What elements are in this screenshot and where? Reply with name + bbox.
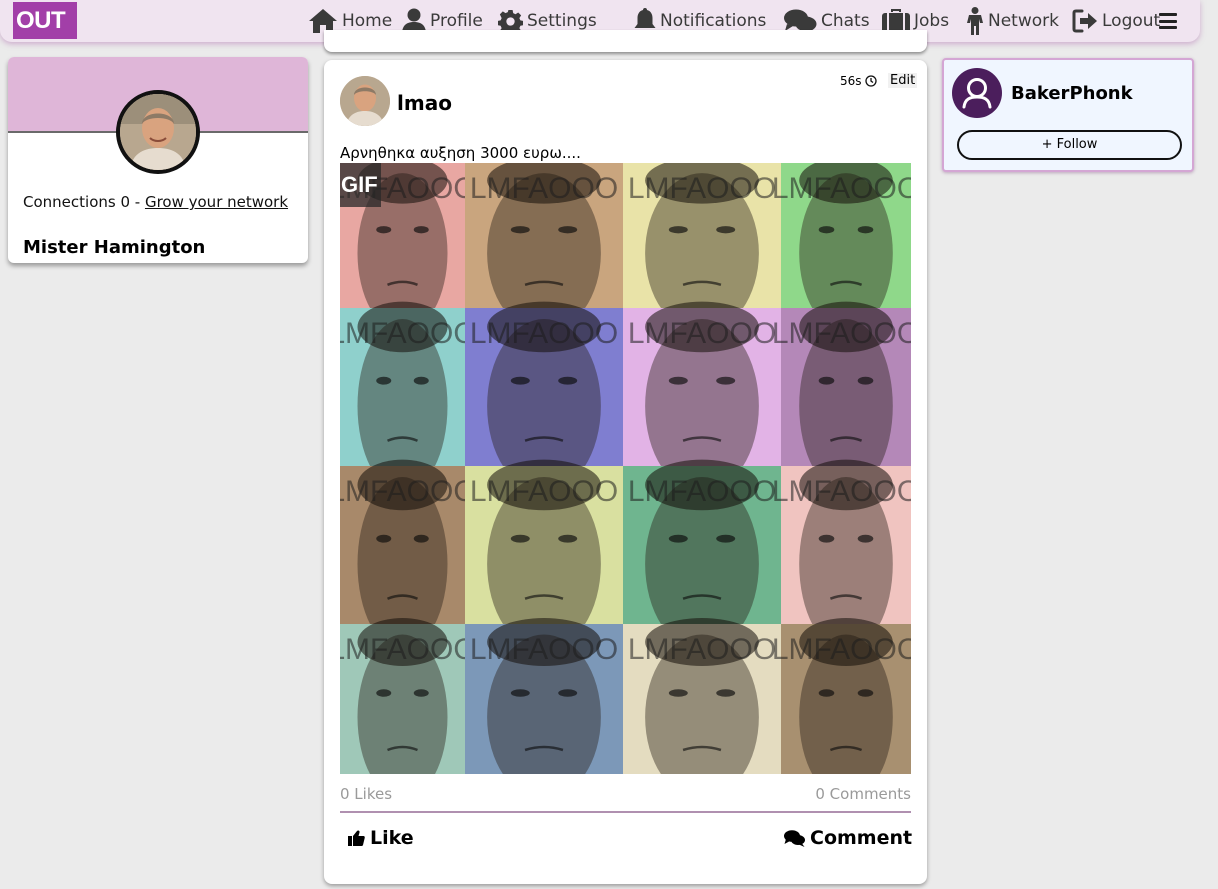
nav-home-label: Home — [342, 11, 393, 31]
gif-caption: LMFAOOO — [340, 317, 477, 350]
gif-caption: LMFAOOO — [470, 633, 618, 666]
gif-caption: LMFAOOO — [772, 475, 911, 508]
connections-count: Connections 0 - — [23, 193, 145, 211]
post-author-name[interactable]: lmao — [397, 91, 452, 115]
nav-jobs-label: Jobs — [914, 11, 950, 31]
gif-caption: LMFAOOO — [340, 633, 477, 666]
comments-icon — [784, 829, 805, 847]
gif-caption: LMFAOOO — [772, 633, 911, 666]
post-card: lmao 56s Edit Αρνηθηκα αυξηση 3000 ευρω.… — [324, 60, 927, 884]
nav-chats-label: Chats — [821, 11, 870, 31]
hamburger-icon[interactable] — [1159, 13, 1177, 29]
post-divider — [340, 811, 911, 813]
nav-logout-label: Logout — [1102, 11, 1161, 31]
nav-network-label: Network — [988, 11, 1059, 31]
connections-line: Connections 0 - Grow your network — [23, 193, 288, 211]
post-gif[interactable]: GIF LMFAOOO LMFAOOO LMFAOOO LMFAOOO LMFAOOO L… — [340, 163, 911, 774]
suggestion-avatar[interactable] — [952, 68, 1002, 118]
nav-profile-label: Profile — [430, 11, 483, 31]
gif-badge: GIF — [340, 163, 381, 207]
app-logo[interactable]: OUT — [13, 2, 77, 39]
logout-icon — [1072, 9, 1097, 33]
grow-network-link[interactable]: Grow your network — [145, 193, 288, 211]
thumbs-up-icon — [348, 830, 365, 846]
gif-caption: LMFAOOO — [628, 172, 776, 205]
profile-avatar[interactable] — [116, 90, 200, 174]
gif-tile: LMFAOOO — [772, 618, 911, 774]
comment-button[interactable]: Comment — [784, 827, 912, 849]
likes-count[interactable]: 0 Likes — [340, 785, 392, 803]
clock-icon — [864, 75, 877, 87]
gif-caption: LMFAOOO — [772, 317, 911, 350]
person-icon — [967, 7, 983, 35]
previous-post-card — [324, 30, 927, 52]
post-edit-button[interactable]: Edit — [888, 73, 918, 88]
gif-tile: LMFAOOO — [465, 618, 623, 774]
gif-caption: LMFAOOO — [628, 475, 776, 508]
nav-notifications-label: Notifications — [660, 11, 767, 31]
comment-label: Comment — [810, 827, 913, 849]
post-time-text: 56s — [840, 74, 862, 88]
like-button[interactable]: Like — [348, 827, 414, 849]
gif-caption: LMFAOOO — [628, 633, 776, 666]
follow-button[interactable]: + Follow — [957, 130, 1182, 160]
gif-caption: LMFAOOO — [470, 317, 618, 350]
user-outline-icon — [962, 78, 992, 109]
gif-caption: LMFAOOO — [470, 172, 618, 205]
nav-settings-label: Settings — [527, 11, 597, 31]
gif-tile: LMFAOOO — [623, 618, 781, 774]
post-text: Αρνηθηκα αυξηση 3000 ευρω.... — [340, 144, 581, 162]
gif-tile: LMFAOOO — [340, 618, 477, 774]
comments-count[interactable]: 0 Comments — [815, 785, 911, 803]
gif-image: LMFAOOOLMFAOOO LMFAOOOLMFAOOOLMFAOOOLMFAO… — [340, 163, 911, 774]
gif-caption: LMFAOOO — [470, 475, 618, 508]
profile-card: Connections 0 - Grow your network Mister… — [8, 57, 308, 263]
nav-network[interactable]: Network — [966, 0, 1072, 42]
like-label: Like — [370, 827, 414, 849]
profile-name: Mister Hamington — [23, 237, 206, 258]
post-author-avatar[interactable] — [340, 76, 390, 126]
post-timestamp: 56s — [840, 74, 877, 88]
gif-caption: LMFAOOO — [340, 475, 477, 508]
nav-logout[interactable]: Logout — [1072, 0, 1172, 42]
gif-caption: LMFAOOO — [628, 317, 776, 350]
suggestion-name[interactable]: BakerPhonk — [1011, 83, 1133, 104]
gif-caption: LMFAOOO — [772, 172, 911, 205]
follow-suggestion-card: BakerPhonk + Follow — [942, 58, 1194, 172]
